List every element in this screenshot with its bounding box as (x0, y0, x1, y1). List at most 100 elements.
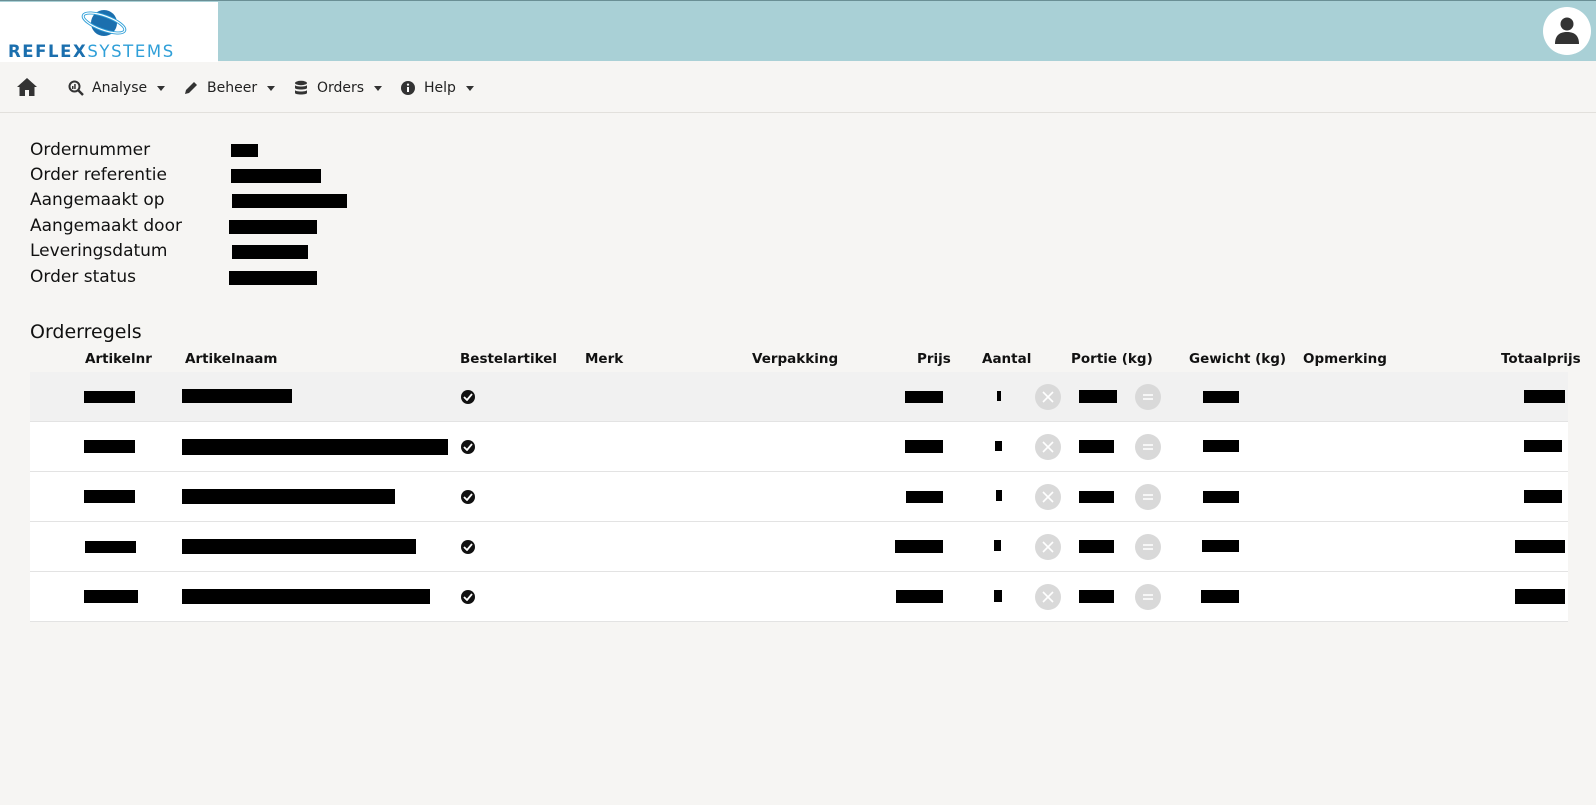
col-artikelnr: Artikelnr (85, 351, 152, 367)
database-icon (295, 80, 307, 95)
user-icon (1555, 17, 1579, 44)
nav-help[interactable]: Help (400, 78, 474, 98)
multiply-button[interactable] (1035, 484, 1061, 510)
equals-icon (1143, 444, 1153, 450)
redacted-portie (1079, 540, 1114, 553)
times-icon (1042, 591, 1054, 603)
redacted-value (231, 144, 258, 157)
redacted-gewicht (1203, 440, 1239, 452)
equals-button[interactable] (1135, 484, 1161, 510)
table-row[interactable] (30, 372, 1568, 422)
col-merk: Merk (585, 351, 624, 367)
chevron-down-icon (267, 86, 276, 91)
redacted-artikelnr (84, 440, 135, 453)
nav-orders-label: Orders (317, 80, 365, 96)
redacted-portie (1079, 440, 1114, 453)
redacted-artikelnr (84, 590, 138, 603)
redacted-artikelnr (84, 490, 135, 503)
redacted-totaalprijs (1524, 390, 1565, 403)
table-row[interactable] (30, 522, 1568, 572)
col-artikelnaam: Artikelnaam (185, 351, 278, 367)
equals-icon (1143, 394, 1153, 400)
times-icon (1042, 391, 1054, 403)
redacted-gewicht (1201, 590, 1239, 603)
search-chart-icon (68, 80, 84, 96)
times-icon (1042, 541, 1054, 553)
col-portie: Portie (kg) (1071, 351, 1153, 367)
equals-button[interactable] (1135, 584, 1161, 610)
redacted-value (229, 271, 317, 285)
table-header: Artikelnr Artikelnaam Bestelartikel Merk… (30, 349, 1581, 371)
redacted-value (231, 169, 321, 183)
nav-analyse-label: Analyse (92, 80, 148, 96)
equals-icon (1143, 594, 1153, 600)
redacted-value (229, 220, 317, 234)
equals-button[interactable] (1135, 434, 1161, 460)
field-ordernummer-label: Ordernummer (30, 140, 151, 160)
col-prijs: Prijs (917, 351, 951, 367)
redacted-gewicht (1202, 540, 1239, 552)
col-aantal: Aantal (982, 351, 1032, 367)
redacted-totaalprijs (1515, 540, 1565, 553)
redacted-prijs (905, 391, 943, 403)
multiply-button[interactable] (1035, 534, 1061, 560)
equals-icon (1143, 494, 1153, 500)
multiply-button[interactable] (1035, 384, 1061, 410)
equals-icon (1143, 544, 1153, 550)
times-icon (1042, 441, 1054, 453)
redacted-artikelnaam (182, 439, 448, 455)
redacted-aantal (996, 490, 1002, 501)
nav-beheer[interactable]: Beheer (183, 78, 276, 98)
user-menu-button[interactable] (1543, 7, 1591, 55)
equals-button[interactable] (1135, 384, 1161, 410)
redacted-value (232, 194, 347, 208)
col-totaalprijs: Totaalprijs (1501, 351, 1581, 367)
home-icon[interactable] (16, 76, 38, 98)
equals-button[interactable] (1135, 534, 1161, 560)
multiply-button[interactable] (1035, 434, 1061, 460)
redacted-totaalprijs (1524, 490, 1562, 503)
redacted-aantal (995, 441, 1002, 451)
redacted-artikelnaam (182, 539, 416, 554)
redacted-aantal (997, 391, 1001, 401)
redacted-totaalprijs (1524, 440, 1562, 452)
redacted-aantal (994, 540, 1001, 551)
field-order-status-label: Order status (30, 267, 136, 287)
col-opmerking: Opmerking (1303, 351, 1387, 367)
redacted-prijs (906, 491, 943, 503)
field-aangemaakt-door-label: Aangemaakt door (30, 216, 182, 236)
main-nav: Analyse Beheer Orders Help (0, 61, 1596, 113)
chevron-down-icon (374, 86, 383, 91)
col-gewicht: Gewicht (kg) (1189, 351, 1287, 367)
redacted-portie (1079, 390, 1117, 403)
top-header: REFLEXSYSTEMS (0, 0, 1596, 62)
col-bestelartikel: Bestelartikel (460, 351, 557, 367)
redacted-prijs (895, 540, 943, 553)
redacted-gewicht (1203, 491, 1239, 503)
redacted-gewicht (1203, 391, 1239, 403)
nav-analyse[interactable]: Analyse (68, 78, 166, 98)
table-row[interactable] (30, 472, 1568, 522)
logo-globe-icon (81, 10, 127, 36)
redacted-prijs (905, 440, 943, 453)
table-row[interactable] (30, 572, 1568, 622)
redacted-artikelnr (85, 541, 136, 553)
redacted-artikelnaam (182, 489, 395, 504)
orderregels-title: Orderregels (30, 321, 142, 343)
bestelartikel-check-icon (461, 590, 475, 604)
redacted-prijs (896, 590, 943, 603)
table-row[interactable] (30, 422, 1568, 472)
bestelartikel-check-icon (461, 490, 475, 504)
nav-orders[interactable]: Orders (293, 78, 383, 98)
nav-beheer-label: Beheer (207, 80, 258, 96)
redacted-artikelnaam (182, 389, 292, 403)
multiply-button[interactable] (1035, 584, 1061, 610)
logo[interactable]: REFLEXSYSTEMS (0, 2, 218, 62)
info-icon (401, 81, 415, 95)
field-order-referentie-label: Order referentie (30, 165, 167, 185)
pencil-icon (185, 82, 197, 94)
redacted-aantal (994, 590, 1002, 602)
redacted-totaalprijs (1515, 589, 1565, 604)
redacted-artikelnaam (182, 589, 430, 604)
bestelartikel-check-icon (461, 540, 475, 554)
